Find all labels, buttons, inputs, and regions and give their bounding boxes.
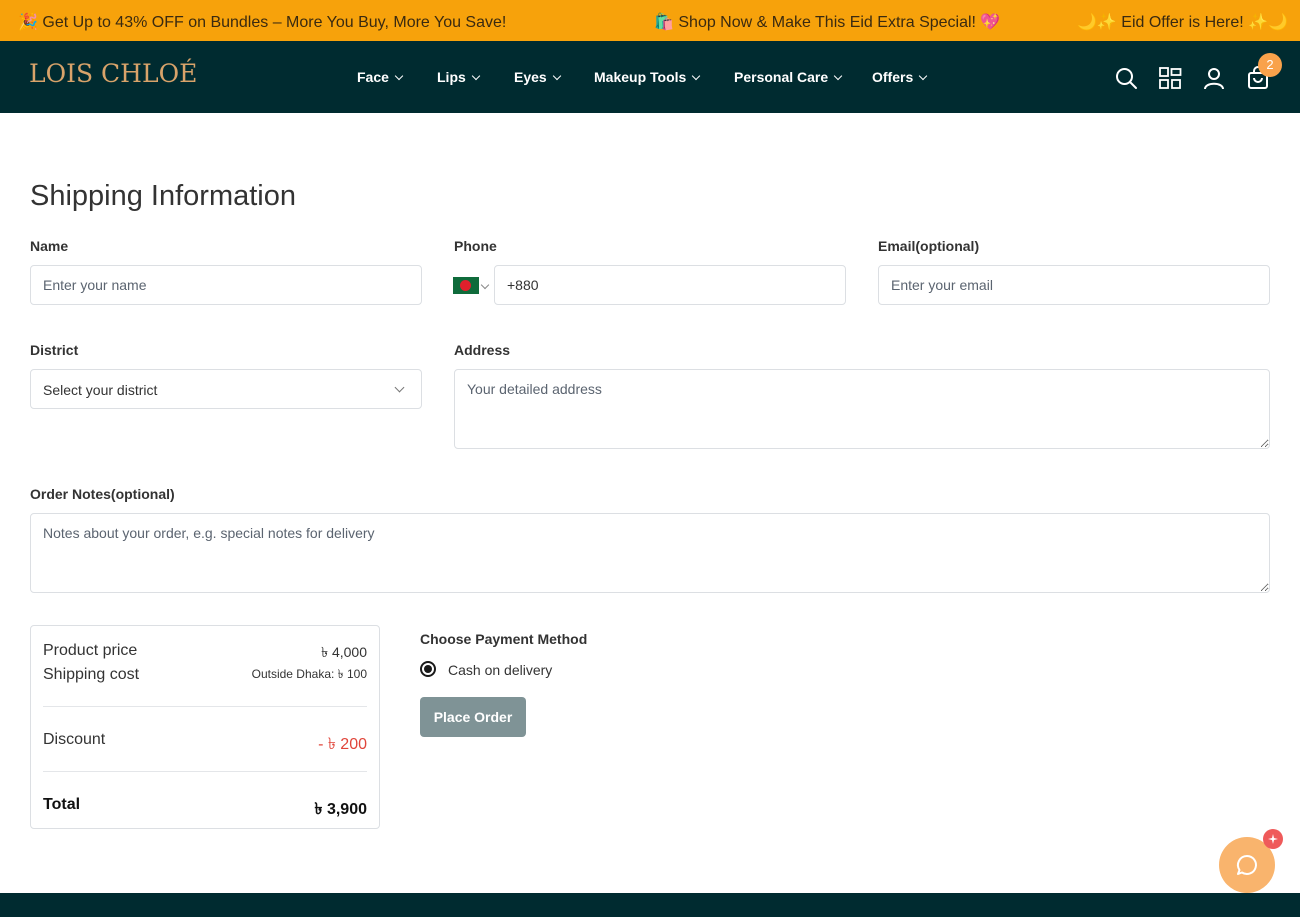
chevron-down-icon: [692, 71, 701, 81]
discount-label: Discount: [43, 731, 106, 748]
menu-item-eyes[interactable]: Eyes: [514, 69, 561, 85]
menu-item-personal-care[interactable]: Personal Care: [734, 69, 843, 85]
chevron-down-icon: [918, 71, 928, 81]
address-textarea[interactable]: [454, 369, 1270, 449]
sparkle-icon: [1268, 834, 1278, 844]
name-input[interactable]: [30, 265, 422, 305]
total-value: ৳ 3,900: [314, 801, 367, 818]
menu-item-label: Face: [357, 69, 389, 85]
phone-label: Phone: [454, 238, 497, 254]
order-notes-label: Order Notes(optional): [30, 486, 175, 502]
discount-value: - ৳ 200: [318, 736, 367, 753]
phone-input[interactable]: [494, 265, 846, 305]
shipping-cost-value: Outside Dhaka: ৳ 100: [251, 667, 367, 681]
promo-text-shop-now: 🛍️ Shop Now & Make This Eid Extra Specia…: [654, 14, 1001, 31]
footer: [0, 893, 1300, 917]
order-summary: Product price ৳ 4,000 Shipping cost Outs…: [30, 625, 380, 829]
search-icon[interactable]: [1114, 66, 1138, 90]
chevron-down-icon: [552, 71, 561, 81]
address-label: Address: [454, 342, 511, 358]
menu-item-face[interactable]: Face: [357, 69, 404, 85]
flag-bd-icon[interactable]: [453, 277, 479, 294]
menu-item-label: Eyes: [514, 69, 547, 85]
email-label: Email(optional): [878, 238, 980, 254]
menu-item-lips[interactable]: Lips: [437, 69, 481, 85]
menu-item-offers[interactable]: Offers: [872, 69, 928, 85]
menu-item-label: Lips: [437, 69, 466, 85]
promo-bar: 🎉 Get Up to 43% OFF on Bundles – More Yo…: [0, 0, 1300, 41]
payment-method-title: Choose Payment Method: [420, 631, 588, 647]
name-label: Name: [30, 238, 69, 254]
chevron-down-icon: [394, 382, 405, 393]
chevron-down-icon[interactable]: [480, 280, 490, 290]
user-icon[interactable]: [1202, 66, 1226, 90]
product-price-label: Product price: [43, 642, 138, 659]
menu-item-label: Makeup Tools: [594, 69, 687, 85]
divider: [43, 771, 367, 772]
page-title: Shipping Information: [30, 180, 296, 212]
shipping-cost-label: Shipping cost: [43, 666, 140, 683]
menu-item-label: Personal Care: [734, 69, 829, 85]
district-selected-value: Select your district: [43, 382, 158, 398]
grid-icon[interactable]: [1158, 66, 1182, 90]
promo-text-bundles: 🎉 Get Up to 43% OFF on Bundles – More Yo…: [18, 14, 507, 31]
cart-count-badge: 2: [1258, 53, 1282, 77]
chat-notification-badge: [1263, 829, 1283, 849]
cash-on-delivery-label[interactable]: Cash on delivery: [448, 662, 552, 678]
product-price-value: ৳ 4,000: [321, 644, 367, 660]
promo-text-eid-offer: 🌙✨ Eid Offer is Here! ✨🌙: [1077, 14, 1288, 31]
menu-item-label: Offers: [872, 69, 914, 85]
chevron-down-icon: [394, 71, 404, 81]
total-label: Total: [43, 796, 81, 813]
cash-on-delivery-radio[interactable]: [420, 661, 436, 677]
chevron-down-icon: [471, 71, 481, 81]
menu-item-makeup-tools[interactable]: Makeup Tools: [594, 69, 701, 85]
chevron-down-icon: [833, 71, 843, 81]
district-select[interactable]: Select your district: [30, 369, 422, 409]
place-order-button[interactable]: Place Order: [420, 697, 526, 737]
email-input[interactable]: [878, 265, 1270, 305]
chat-icon: [1236, 854, 1257, 875]
main-navbar: LOIS CHLOÉ Face Lips Eyes Makeup Tools P…: [0, 41, 1300, 113]
main-menu: Face Lips Eyes Makeup Tools Personal Car…: [0, 69, 1300, 89]
divider: [43, 706, 367, 707]
order-notes-textarea[interactable]: [30, 513, 1270, 593]
district-label: District: [30, 342, 79, 358]
